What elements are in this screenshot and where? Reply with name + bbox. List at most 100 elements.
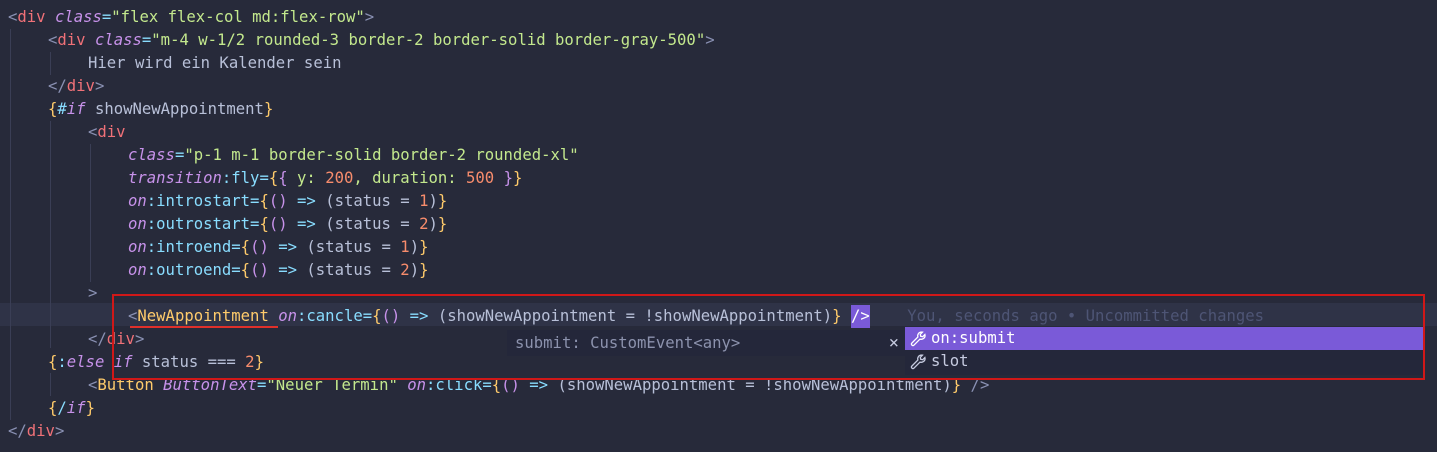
code-token: { (240, 261, 251, 279)
code-line[interactable]: on:outrostart={() => (status = 2)} (128, 213, 447, 236)
code-token: < (88, 123, 98, 141)
code-token: } (437, 192, 448, 210)
code-token: :outroend= (146, 261, 241, 279)
code-token: class (128, 146, 175, 164)
code-token: if (66, 100, 86, 118)
code-token: => (287, 215, 326, 233)
code-token: </ (48, 77, 67, 95)
code-token: = (174, 146, 185, 164)
annotation-highlight-box (112, 294, 1425, 380)
code-token: () (268, 192, 288, 210)
code-token: { (259, 215, 269, 233)
code-token: > (705, 31, 715, 49)
code-token: } (494, 169, 513, 187)
code-token: } (419, 238, 429, 256)
code-line[interactable]: on:introend={() => (status = 1)} (128, 236, 428, 259)
code-token: { (48, 353, 58, 371)
code-token: div (66, 77, 95, 95)
code-token: } (512, 169, 523, 187)
indent-guide (50, 373, 51, 396)
code-token: { (259, 192, 269, 210)
code-token: (status = (306, 261, 401, 279)
code-token: ) (428, 215, 438, 233)
code-token: < (48, 31, 58, 49)
code-token: } (419, 261, 429, 279)
code-line[interactable]: transition:fly={{ y: 200, duration: 500 … (128, 167, 522, 190)
code-token: div (17, 8, 46, 26)
code-token: div (57, 31, 86, 49)
code-token: { (48, 100, 58, 118)
code-token: transition (128, 169, 222, 187)
code-token: 2 (400, 261, 410, 279)
code-token: "p-1 m-1 border-solid border-2 rounded-x… (184, 146, 579, 164)
code-token: > (94, 77, 105, 95)
code-token: 500 (466, 169, 495, 187)
code-token: () (250, 238, 269, 256)
code-token: 1 (400, 238, 410, 256)
code-token: "m-4 w-1/2 rounded-3 border-2 border-sol… (151, 31, 706, 49)
code-token: = (141, 31, 152, 49)
code-token: > (54, 422, 65, 440)
code-token: => (268, 261, 307, 279)
indent-guide (50, 52, 51, 75)
code-token: (status = (325, 215, 420, 233)
code-token: "flex flex-col md:flex-row" (111, 8, 365, 26)
code-token: } (263, 100, 274, 118)
code-token: > (88, 284, 98, 302)
code-token: # (57, 100, 67, 118)
code-line[interactable]: <div class="m-4 w-1/2 rounded-3 border-2… (48, 29, 715, 52)
code-token: } (85, 399, 95, 417)
code-line[interactable]: {#if showNewAppointment} (48, 98, 273, 121)
code-token: if (66, 399, 86, 417)
code-token: 200 (325, 169, 354, 187)
code-line[interactable]: </div> (48, 75, 104, 98)
code-token: => (268, 238, 307, 256)
indent-guide (10, 29, 11, 420)
code-token: / (57, 399, 67, 417)
code-token: (status = (306, 238, 401, 256)
code-line[interactable]: </div> (8, 420, 64, 443)
code-token: { (240, 238, 251, 256)
code-line[interactable]: {/if} (48, 397, 95, 420)
code-token: showNewAppointment (85, 100, 264, 118)
code-line[interactable]: > (88, 282, 97, 305)
code-line[interactable]: <div (88, 121, 126, 144)
code-token: (status = (325, 192, 420, 210)
code-token: { (268, 169, 279, 187)
code-token: < (88, 376, 98, 394)
code-token: ) (428, 192, 438, 210)
code-token: ) (409, 261, 420, 279)
code-token: : (57, 353, 67, 371)
code-token: div (97, 123, 126, 141)
code-token: y: (287, 169, 326, 187)
code-token: , duration: (353, 169, 467, 187)
code-line[interactable]: <div class="flex flex-col md:flex-row"> (8, 6, 374, 29)
code-token: () (268, 215, 288, 233)
code-token: </ (8, 422, 27, 440)
code-line[interactable]: class="p-1 m-1 border-solid border-2 rou… (128, 144, 579, 167)
code-line[interactable]: on:outroend={() => (status = 2)} (128, 259, 428, 282)
code-token: </ (88, 330, 107, 348)
code-token: () (250, 261, 269, 279)
code-token: = (101, 8, 112, 26)
indent-guide (50, 121, 51, 348)
code-token: } (437, 215, 448, 233)
code-token: < (8, 8, 18, 26)
indent-guide (90, 144, 91, 282)
code-token: :fly= (221, 169, 269, 187)
code-line[interactable]: Hier wird ein Kalender sein (88, 52, 341, 75)
code-token: class (54, 8, 102, 26)
code-token: div (26, 422, 55, 440)
code-token: :introend= (146, 238, 241, 256)
code-token: > (364, 8, 375, 26)
code-token: :outrostart= (146, 215, 260, 233)
code-token: ) (409, 238, 420, 256)
code-line[interactable]: on:introstart={() => (status = 1)} (128, 190, 447, 213)
code-token: on (128, 192, 147, 210)
code-token: on (128, 215, 147, 233)
code-token: :introstart= (146, 192, 260, 210)
code-token: { (278, 169, 288, 187)
code-token: class (94, 31, 142, 49)
